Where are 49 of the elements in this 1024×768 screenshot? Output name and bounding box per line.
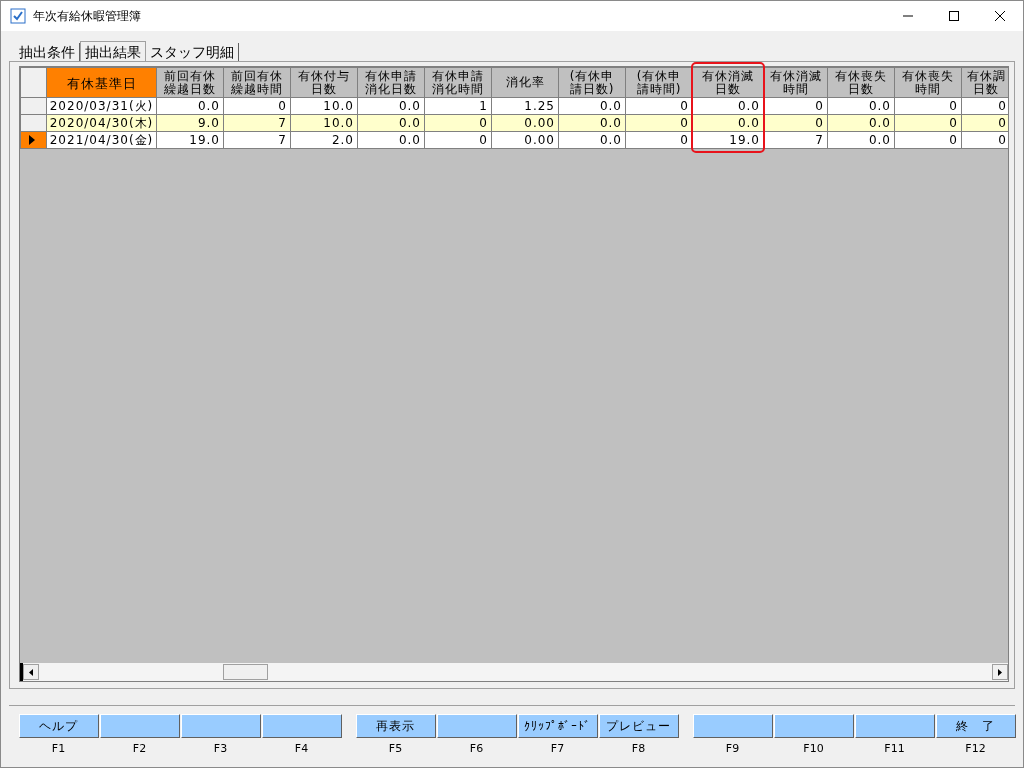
function-key-label: F8 — [631, 740, 646, 757]
column-header[interactable]: (有休申請日数) — [558, 67, 626, 98]
column-header[interactable]: 消化率 — [491, 67, 559, 98]
function-key-button[interactable] — [692, 714, 773, 738]
left-arrow-icon — [29, 668, 33, 676]
column-header[interactable]: 有休付与日数 — [290, 67, 358, 98]
function-key-label: F6 — [469, 740, 484, 757]
scroll-left-button[interactable] — [23, 664, 39, 680]
column-header[interactable]: 有休申請消化日数 — [357, 67, 425, 98]
function-key-button[interactable] — [99, 714, 180, 738]
function-key-label: F1 — [51, 740, 66, 757]
scroll-right-button[interactable] — [992, 664, 1008, 680]
tab[interactable]: 抽出結果 — [80, 41, 146, 61]
function-key-button[interactable] — [436, 714, 517, 738]
column-header[interactable]: 有休喪失時間 — [894, 67, 962, 98]
function-key-label: F5 — [388, 740, 403, 757]
window-title: 年次有給休暇管理簿 — [33, 8, 141, 25]
right-arrow-icon — [998, 668, 1002, 676]
scroll-thumb[interactable] — [223, 664, 268, 680]
function-key-label: F12 — [965, 740, 986, 757]
function-key-button[interactable] — [854, 714, 935, 738]
function-key-button[interactable]: ｸﾘｯﾌﾟﾎﾞｰﾄﾞ — [517, 714, 598, 738]
function-key-button[interactable] — [261, 714, 342, 738]
column-header[interactable]: 有休消滅日数 — [692, 67, 764, 98]
horizontal-scrollbar[interactable] — [20, 663, 1008, 681]
function-key-label: F2 — [132, 740, 147, 757]
function-key-button[interactable] — [773, 714, 854, 738]
column-header[interactable]: 前回有休繰越時間 — [223, 67, 291, 98]
function-key-label: F4 — [294, 740, 309, 757]
function-key-button[interactable]: 再表示 — [355, 714, 436, 738]
column-header[interactable]: 有休調日数 — [961, 67, 1008, 98]
column-header[interactable]: 有休申請消化時間 — [424, 67, 492, 98]
column-header[interactable]: 有休消滅時間 — [763, 67, 828, 98]
column-header[interactable]: 有休喪失日数 — [827, 67, 895, 98]
function-key-label: F3 — [213, 740, 228, 757]
function-key-label: F7 — [550, 740, 565, 757]
function-key-button[interactable]: ヘルプ — [18, 714, 99, 738]
function-key-label: F11 — [884, 740, 905, 757]
function-key-button[interactable]: 終 了 — [935, 714, 1016, 738]
function-key-button[interactable] — [180, 714, 261, 738]
app-icon — [10, 8, 26, 24]
function-key-label: F9 — [725, 740, 740, 757]
column-header[interactable]: (有休申請時間) — [625, 67, 693, 98]
function-key-button[interactable]: プレビュー — [598, 714, 679, 738]
function-key-label: F10 — [803, 740, 824, 757]
close-icon[interactable] — [994, 10, 1006, 22]
current-row-icon — [29, 135, 35, 145]
maximize-icon[interactable] — [948, 10, 960, 22]
column-header[interactable]: 前回有休繰越日数 — [156, 67, 224, 98]
